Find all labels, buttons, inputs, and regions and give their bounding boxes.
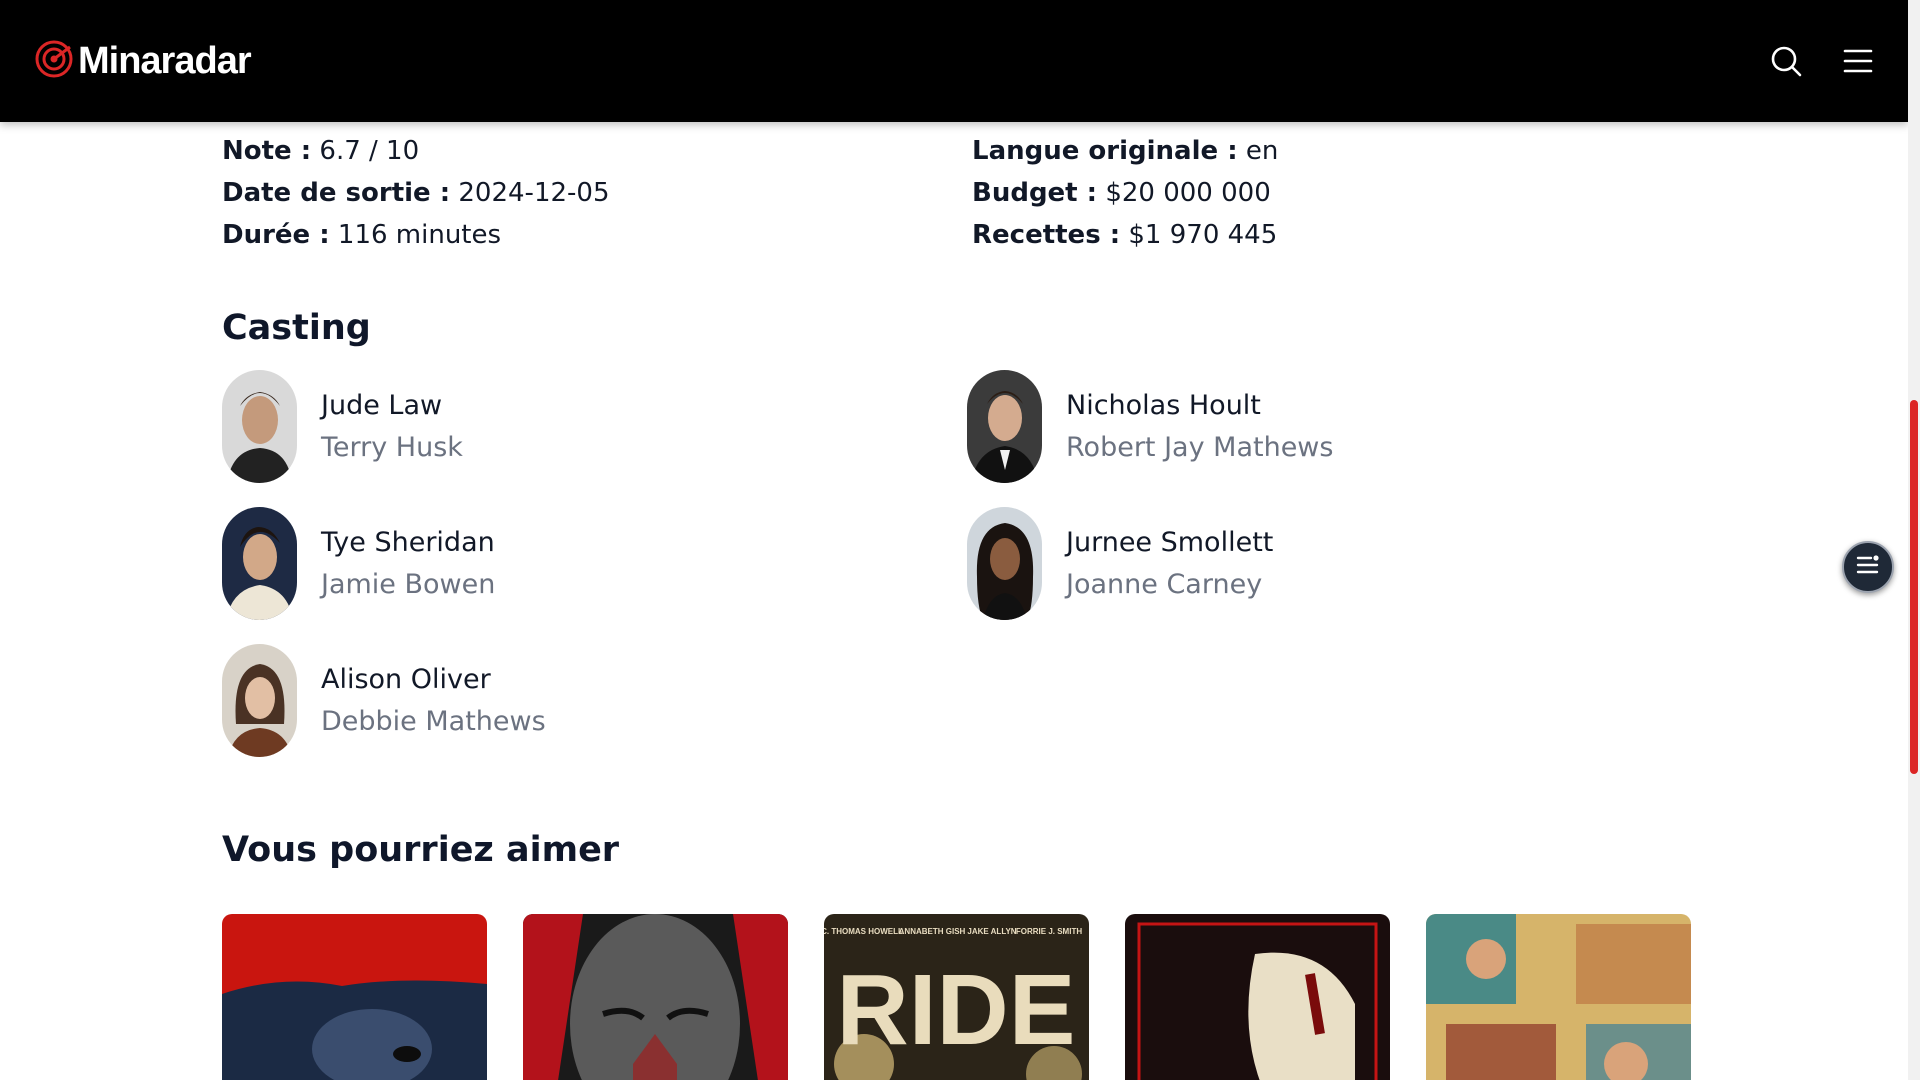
budget-label: Budget : xyxy=(972,178,1098,208)
scrollbar-thumb[interactable] xyxy=(1910,400,1918,774)
language-label: Langue originale : xyxy=(972,136,1238,166)
character-name: Terry Husk xyxy=(321,431,463,463)
release-date-label: Date de sortie : xyxy=(222,178,451,208)
revenue-value: $1 970 445 xyxy=(1128,220,1278,250)
table-of-contents-button[interactable] xyxy=(1842,541,1894,593)
radar-icon xyxy=(34,39,74,83)
movie-info: Note : 6.7 / 10 Date de sortie : 2024-12… xyxy=(222,130,1702,256)
language-row: Langue originale : en xyxy=(972,130,1672,172)
release-date-value: 2024-12-05 xyxy=(458,178,610,208)
search-icon[interactable] xyxy=(1770,45,1802,77)
budget-value: $20 000 000 xyxy=(1105,178,1271,208)
revenue-row: Recettes : $1 970 445 xyxy=(972,214,1672,256)
cast-member[interactable]: Jude Law Terry Husk xyxy=(222,370,967,483)
brand-name: Minaradar xyxy=(78,39,252,82)
language-value: en xyxy=(1245,136,1279,166)
budget-row: Budget : $20 000 000 xyxy=(972,172,1672,214)
poster-credit: C. THOMAS HOWELL xyxy=(824,927,903,936)
rating-label: Note : xyxy=(222,136,312,166)
character-name: Joanne Carney xyxy=(1066,568,1263,600)
movie-poster[interactable] xyxy=(1125,914,1390,1080)
revenue-label: Recettes : xyxy=(972,220,1121,250)
poster-credit: FORRIE J. SMITH xyxy=(1016,927,1082,936)
actor-photo xyxy=(222,644,297,757)
actor-name: Tye Sheridan xyxy=(321,526,495,558)
recommendations-heading: Vous pourriez aimer xyxy=(222,830,620,870)
character-name: Debbie Mathews xyxy=(321,705,546,737)
release-date-row: Date de sortie : 2024-12-05 xyxy=(222,172,972,214)
poster-credit: ANNABETH GISH xyxy=(899,927,966,936)
duration-label: Durée : xyxy=(222,220,330,250)
poster-credit: JAKE ALLYN xyxy=(967,927,1016,936)
character-name: Jamie Bowen xyxy=(321,568,496,600)
cast-member[interactable]: Jurnee Smollett Joanne Carney xyxy=(967,507,1667,620)
cast-member[interactable]: Tye Sheridan Jamie Bowen xyxy=(222,507,967,620)
actor-name: Jude Law xyxy=(321,389,443,421)
movie-poster[interactable] xyxy=(523,914,788,1080)
actor-photo xyxy=(967,370,1042,483)
actor-name: Jurnee Smollett xyxy=(1066,526,1274,558)
cast-list: Jude Law Terry Husk Nicholas Hoult Rober… xyxy=(222,370,1702,757)
cast-member[interactable]: Nicholas Hoult Robert Jay Mathews xyxy=(967,370,1667,483)
table-of-contents-icon xyxy=(1855,554,1881,580)
cast-member[interactable]: Alison Oliver Debbie Mathews xyxy=(222,644,967,757)
rating-row: Note : 6.7 / 10 xyxy=(222,130,972,172)
hamburger-menu-icon[interactable] xyxy=(1842,45,1874,77)
duration-row: Durée : 116 minutes xyxy=(222,214,972,256)
movie-details-content: Note : 6.7 / 10 Date de sortie : 2024-12… xyxy=(222,122,1702,757)
rating-value: 6.7 / 10 xyxy=(319,136,420,166)
movie-poster[interactable] xyxy=(1426,914,1691,1080)
actor-photo xyxy=(222,370,297,483)
actor-photo xyxy=(222,507,297,620)
actor-photo xyxy=(967,507,1042,620)
page-scrollbar[interactable] xyxy=(1908,0,1920,1080)
character-name: Robert Jay Mathews xyxy=(1066,431,1334,463)
recommendations-row: C. THOMAS HOWELL ANNABETH GISH JAKE ALLY… xyxy=(222,914,1691,1080)
casting-heading: Casting xyxy=(222,308,371,348)
duration-value: 116 minutes xyxy=(337,220,502,250)
poster-title: RIDE xyxy=(837,954,1076,1066)
movie-poster[interactable]: C. THOMAS HOWELL ANNABETH GISH JAKE ALLY… xyxy=(824,914,1089,1080)
actor-name: Nicholas Hoult xyxy=(1066,389,1261,421)
brand-logo[interactable]: Minaradar xyxy=(34,39,252,83)
actor-name: Alison Oliver xyxy=(321,663,491,695)
movie-poster[interactable] xyxy=(222,914,487,1080)
top-navigation-bar: Minaradar xyxy=(0,0,1908,122)
